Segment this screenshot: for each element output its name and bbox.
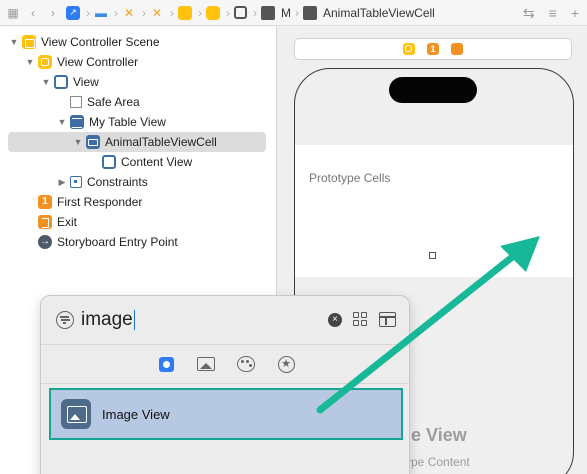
xcode-window: ▦ ‹ › ↗ › ▬ › ✕ › ✕ › › › › M › AnimalTa… xyxy=(0,0,587,474)
outline-item-table-view[interactable]: ▼ My Table View xyxy=(8,112,266,132)
view-controller-icon[interactable] xyxy=(403,43,415,55)
library-item-label: Image View xyxy=(102,406,170,422)
chevron-right-icon[interactable]: ▶ xyxy=(56,177,68,188)
outline-label: My Table View xyxy=(89,115,166,129)
view-icon xyxy=(54,75,68,89)
outline-label: Safe Area xyxy=(87,95,140,109)
outline-item-first-responder[interactable]: 1 First Responder xyxy=(8,192,266,212)
table-view-icon[interactable] xyxy=(261,5,275,20)
folder-icon[interactable]: ▬ xyxy=(94,6,108,20)
add-icon[interactable]: + xyxy=(571,5,579,22)
first-responder-icon: 1 xyxy=(38,195,52,209)
outline-label: View xyxy=(73,75,99,89)
resize-handle[interactable] xyxy=(429,252,436,259)
list-icon[interactable]: ≡ xyxy=(549,5,557,22)
swap-icon[interactable]: ⇆ xyxy=(523,5,535,22)
library-search-bar: image × xyxy=(41,296,409,344)
outline-item-table-cell[interactable]: ▼ AnimalTableViewCell xyxy=(8,132,266,152)
swift-file-icon[interactable]: ✕ xyxy=(150,6,164,20)
outline-label: Content View xyxy=(121,155,193,169)
outline-label: First Responder xyxy=(57,195,143,209)
palette-icon xyxy=(237,356,255,372)
image-icon xyxy=(197,357,215,371)
outline-label: View Controller xyxy=(57,55,139,69)
divider xyxy=(41,383,409,384)
outline-item-view[interactable]: ▼ View xyxy=(8,72,266,92)
safe-area-icon xyxy=(70,96,82,108)
objects-icon xyxy=(158,356,174,372)
table-cell-icon[interactable] xyxy=(303,5,317,20)
breadcrumb-separator: › xyxy=(253,5,257,20)
storyboard-scene-icon[interactable] xyxy=(178,5,192,20)
table-view-icon xyxy=(70,115,84,129)
outline-item-entry-point[interactable]: → Storyboard Entry Point xyxy=(8,232,266,252)
image-view-icon xyxy=(61,399,91,429)
outline-item-safe-area[interactable]: Safe Area xyxy=(8,92,266,112)
exit-icon xyxy=(38,215,52,229)
object-library-popover: image × ★ Image View xyxy=(40,295,410,474)
library-search-input[interactable]: image xyxy=(81,309,136,331)
project-icon[interactable]: ↗ xyxy=(66,5,80,20)
breadcrumb-separator: › xyxy=(114,5,118,20)
outline-label: Exit xyxy=(57,215,78,229)
entry-point-icon: → xyxy=(38,235,52,249)
constraints-icon xyxy=(70,176,82,188)
breadcrumb-separator: › xyxy=(226,5,230,20)
tab-objects[interactable] xyxy=(156,354,176,374)
outline-label: View Controller Scene xyxy=(41,35,160,49)
jumpbar-right-controls: ⇆ ≡ + xyxy=(523,5,579,22)
table-view[interactable]: Prototype Cells xyxy=(295,145,573,277)
swift-file-icon[interactable]: ✕ xyxy=(122,6,136,20)
view-icon[interactable] xyxy=(234,6,247,19)
details-pane-icon[interactable] xyxy=(379,312,396,327)
device-notch xyxy=(389,77,477,103)
outline-label: Storyboard Entry Point xyxy=(57,235,178,249)
breadcrumb-separator: › xyxy=(295,5,299,20)
chevron-down-icon[interactable]: ▼ xyxy=(8,37,20,47)
library-tabs: ★ xyxy=(41,345,409,383)
prototype-cells-label: Prototype Cells xyxy=(309,171,391,185)
forward-icon[interactable]: › xyxy=(46,6,60,20)
breadcrumb-table-view[interactable]: M xyxy=(281,6,291,20)
outline-label: AnimalTableViewCell xyxy=(105,135,217,149)
table-cell-icon xyxy=(86,135,100,149)
first-responder-icon[interactable]: 1 xyxy=(427,43,439,55)
outline-label: Constraints xyxy=(87,175,148,189)
breadcrumb-separator: › xyxy=(86,5,90,20)
tab-snippets[interactable]: ★ xyxy=(276,354,296,374)
view-icon xyxy=(102,155,116,169)
chevron-down-icon[interactable]: ▼ xyxy=(24,57,36,67)
star-icon: ★ xyxy=(277,355,295,373)
scene-icon xyxy=(22,35,36,49)
breadcrumb-separator: › xyxy=(198,5,202,20)
related-items-icon[interactable]: ▦ xyxy=(6,6,20,20)
library-item-image-view[interactable]: Image View xyxy=(49,388,403,440)
tab-colors[interactable] xyxy=(236,354,256,374)
view-controller-icon[interactable] xyxy=(206,5,220,20)
outline-item-constraints[interactable]: ▶ Constraints xyxy=(8,172,266,192)
breadcrumb-cell[interactable]: AnimalTableViewCell xyxy=(323,6,435,20)
clear-search-icon[interactable]: × xyxy=(328,313,342,327)
filter-icon[interactable] xyxy=(56,311,74,329)
breadcrumb-separator: › xyxy=(142,5,146,20)
scene-dock: 1 xyxy=(294,38,572,60)
exit-icon[interactable] xyxy=(451,43,463,55)
view-controller-icon xyxy=(38,55,52,69)
grid-view-icon[interactable] xyxy=(353,312,368,327)
chevron-down-icon[interactable]: ▼ xyxy=(40,77,52,87)
text-caret xyxy=(133,309,136,330)
chevron-down-icon[interactable]: ▼ xyxy=(56,117,68,127)
tab-media[interactable] xyxy=(196,354,216,374)
chevron-down-icon[interactable]: ▼ xyxy=(72,137,84,147)
outline-item-scene[interactable]: ▼ View Controller Scene xyxy=(8,32,266,52)
outline-item-exit[interactable]: Exit xyxy=(8,212,266,232)
outline-item-view-controller[interactable]: ▼ View Controller xyxy=(8,52,266,72)
breadcrumb-separator: › xyxy=(170,5,174,20)
outline-item-content-view[interactable]: Content View xyxy=(8,152,266,172)
jump-bar: ▦ ‹ › ↗ › ▬ › ✕ › ✕ › › › › M › AnimalTa… xyxy=(0,0,587,26)
back-icon[interactable]: ‹ xyxy=(26,6,40,20)
